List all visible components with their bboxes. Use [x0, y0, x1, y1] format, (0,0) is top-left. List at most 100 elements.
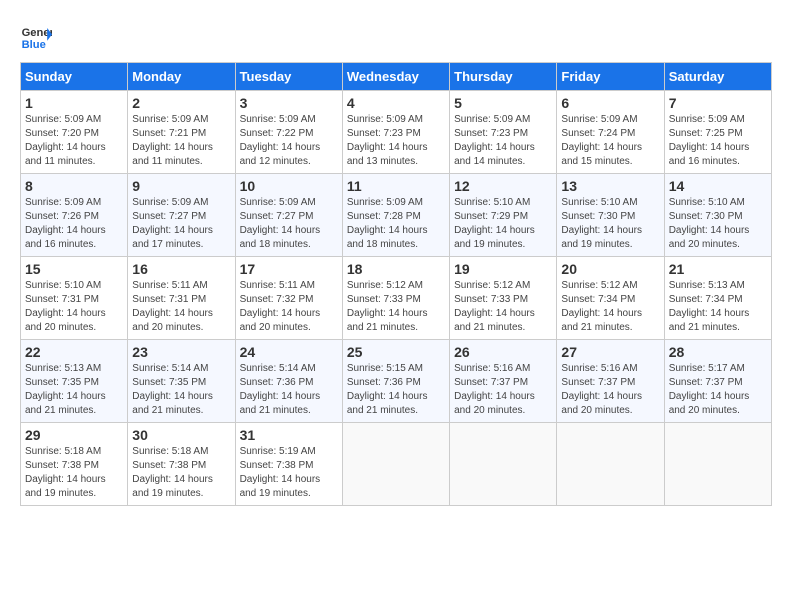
day-number: 18 — [347, 261, 445, 277]
sunrise-label: Sunrise: 5:11 AM — [240, 280, 315, 291]
calendar-cell: 9 Sunrise: 5:09 AM Sunset: 7:27 PM Dayli… — [128, 174, 235, 257]
calendar-cell: 14 Sunrise: 5:10 AM Sunset: 7:30 PM Dayl… — [664, 174, 771, 257]
calendar-cell: 31 Sunrise: 5:19 AM Sunset: 7:38 PM Dayl… — [235, 423, 342, 506]
day-number: 25 — [347, 344, 445, 360]
calendar-cell: 17 Sunrise: 5:11 AM Sunset: 7:32 PM Dayl… — [235, 257, 342, 340]
daylight-label: Daylight: 14 hours and 19 minutes. — [454, 225, 535, 250]
daylight-label: Daylight: 14 hours and 20 minutes. — [669, 225, 750, 250]
day-of-week-header: Saturday — [664, 63, 771, 91]
sunset-label: Sunset: 7:26 PM — [25, 211, 99, 222]
day-info: Sunrise: 5:09 AM Sunset: 7:26 PM Dayligh… — [25, 196, 123, 252]
sunset-label: Sunset: 7:34 PM — [561, 294, 635, 305]
sunrise-label: Sunrise: 5:12 AM — [347, 280, 423, 291]
calendar-cell: 20 Sunrise: 5:12 AM Sunset: 7:34 PM Dayl… — [557, 257, 664, 340]
sunrise-label: Sunrise: 5:10 AM — [25, 280, 101, 291]
sunrise-label: Sunrise: 5:18 AM — [132, 446, 208, 457]
daylight-label: Daylight: 14 hours and 20 minutes. — [561, 391, 642, 416]
day-number: 14 — [669, 178, 767, 194]
daylight-label: Daylight: 14 hours and 21 minutes. — [561, 308, 642, 333]
daylight-label: Daylight: 14 hours and 21 minutes. — [669, 308, 750, 333]
day-info: Sunrise: 5:10 AM Sunset: 7:31 PM Dayligh… — [25, 279, 123, 335]
calendar-cell: 5 Sunrise: 5:09 AM Sunset: 7:23 PM Dayli… — [450, 91, 557, 174]
day-number: 8 — [25, 178, 123, 194]
sunrise-label: Sunrise: 5:09 AM — [347, 114, 423, 125]
daylight-label: Daylight: 14 hours and 17 minutes. — [132, 225, 213, 250]
calendar-cell: 1 Sunrise: 5:09 AM Sunset: 7:20 PM Dayli… — [21, 91, 128, 174]
daylight-label: Daylight: 14 hours and 21 minutes. — [347, 391, 428, 416]
daylight-label: Daylight: 14 hours and 16 minutes. — [669, 142, 750, 167]
calendar-week-row: 15 Sunrise: 5:10 AM Sunset: 7:31 PM Dayl… — [21, 257, 772, 340]
sunrise-label: Sunrise: 5:18 AM — [25, 446, 101, 457]
daylight-label: Daylight: 14 hours and 19 minutes. — [25, 474, 106, 499]
sunrise-label: Sunrise: 5:09 AM — [561, 114, 637, 125]
sunrise-label: Sunrise: 5:12 AM — [454, 280, 530, 291]
calendar-cell: 21 Sunrise: 5:13 AM Sunset: 7:34 PM Dayl… — [664, 257, 771, 340]
calendar-cell: 4 Sunrise: 5:09 AM Sunset: 7:23 PM Dayli… — [342, 91, 449, 174]
sunset-label: Sunset: 7:25 PM — [669, 128, 743, 139]
day-of-week-header: Sunday — [21, 63, 128, 91]
day-number: 31 — [240, 427, 338, 443]
calendar-header-row: SundayMondayTuesdayWednesdayThursdayFrid… — [21, 63, 772, 91]
sunrise-label: Sunrise: 5:09 AM — [347, 197, 423, 208]
sunset-label: Sunset: 7:30 PM — [561, 211, 635, 222]
day-number: 3 — [240, 95, 338, 111]
sunset-label: Sunset: 7:20 PM — [25, 128, 99, 139]
day-of-week-header: Tuesday — [235, 63, 342, 91]
sunrise-label: Sunrise: 5:16 AM — [561, 363, 637, 374]
day-info: Sunrise: 5:09 AM Sunset: 7:27 PM Dayligh… — [240, 196, 338, 252]
day-of-week-header: Monday — [128, 63, 235, 91]
calendar-week-row: 22 Sunrise: 5:13 AM Sunset: 7:35 PM Dayl… — [21, 340, 772, 423]
sunrise-label: Sunrise: 5:16 AM — [454, 363, 530, 374]
day-number: 26 — [454, 344, 552, 360]
sunrise-label: Sunrise: 5:15 AM — [347, 363, 423, 374]
day-number: 13 — [561, 178, 659, 194]
sunset-label: Sunset: 7:27 PM — [132, 211, 206, 222]
page-header: General Blue — [20, 20, 772, 52]
day-info: Sunrise: 5:10 AM Sunset: 7:30 PM Dayligh… — [669, 196, 767, 252]
sunset-label: Sunset: 7:37 PM — [561, 377, 635, 388]
day-info: Sunrise: 5:12 AM Sunset: 7:34 PM Dayligh… — [561, 279, 659, 335]
day-info: Sunrise: 5:16 AM Sunset: 7:37 PM Dayligh… — [454, 362, 552, 418]
day-info: Sunrise: 5:12 AM Sunset: 7:33 PM Dayligh… — [454, 279, 552, 335]
day-info: Sunrise: 5:10 AM Sunset: 7:30 PM Dayligh… — [561, 196, 659, 252]
day-info: Sunrise: 5:09 AM Sunset: 7:28 PM Dayligh… — [347, 196, 445, 252]
sunset-label: Sunset: 7:23 PM — [347, 128, 421, 139]
calendar-cell: 22 Sunrise: 5:13 AM Sunset: 7:35 PM Dayl… — [21, 340, 128, 423]
day-number: 11 — [347, 178, 445, 194]
day-info: Sunrise: 5:09 AM Sunset: 7:21 PM Dayligh… — [132, 113, 230, 169]
calendar-table: SundayMondayTuesdayWednesdayThursdayFrid… — [20, 62, 772, 506]
calendar-cell: 8 Sunrise: 5:09 AM Sunset: 7:26 PM Dayli… — [21, 174, 128, 257]
day-number: 20 — [561, 261, 659, 277]
day-number: 12 — [454, 178, 552, 194]
day-info: Sunrise: 5:13 AM Sunset: 7:35 PM Dayligh… — [25, 362, 123, 418]
day-number: 21 — [669, 261, 767, 277]
day-info: Sunrise: 5:17 AM Sunset: 7:37 PM Dayligh… — [669, 362, 767, 418]
day-number: 24 — [240, 344, 338, 360]
calendar-cell: 2 Sunrise: 5:09 AM Sunset: 7:21 PM Dayli… — [128, 91, 235, 174]
calendar-week-row: 29 Sunrise: 5:18 AM Sunset: 7:38 PM Dayl… — [21, 423, 772, 506]
sunrise-label: Sunrise: 5:17 AM — [669, 363, 745, 374]
sunrise-label: Sunrise: 5:14 AM — [132, 363, 208, 374]
calendar-cell — [664, 423, 771, 506]
calendar-cell: 12 Sunrise: 5:10 AM Sunset: 7:29 PM Dayl… — [450, 174, 557, 257]
day-number: 1 — [25, 95, 123, 111]
sunset-label: Sunset: 7:23 PM — [454, 128, 528, 139]
daylight-label: Daylight: 14 hours and 14 minutes. — [454, 142, 535, 167]
svg-text:Blue: Blue — [22, 39, 46, 51]
daylight-label: Daylight: 14 hours and 19 minutes. — [132, 474, 213, 499]
calendar-cell — [557, 423, 664, 506]
sunset-label: Sunset: 7:22 PM — [240, 128, 314, 139]
day-info: Sunrise: 5:09 AM Sunset: 7:23 PM Dayligh… — [454, 113, 552, 169]
day-info: Sunrise: 5:14 AM Sunset: 7:35 PM Dayligh… — [132, 362, 230, 418]
sunrise-label: Sunrise: 5:13 AM — [25, 363, 101, 374]
sunset-label: Sunset: 7:28 PM — [347, 211, 421, 222]
calendar-cell: 27 Sunrise: 5:16 AM Sunset: 7:37 PM Dayl… — [557, 340, 664, 423]
sunrise-label: Sunrise: 5:09 AM — [240, 197, 316, 208]
day-number: 28 — [669, 344, 767, 360]
calendar-cell: 25 Sunrise: 5:15 AM Sunset: 7:36 PM Dayl… — [342, 340, 449, 423]
daylight-label: Daylight: 14 hours and 21 minutes. — [454, 308, 535, 333]
sunset-label: Sunset: 7:35 PM — [25, 377, 99, 388]
calendar-cell: 26 Sunrise: 5:16 AM Sunset: 7:37 PM Dayl… — [450, 340, 557, 423]
daylight-label: Daylight: 14 hours and 11 minutes. — [132, 142, 213, 167]
calendar-cell — [450, 423, 557, 506]
